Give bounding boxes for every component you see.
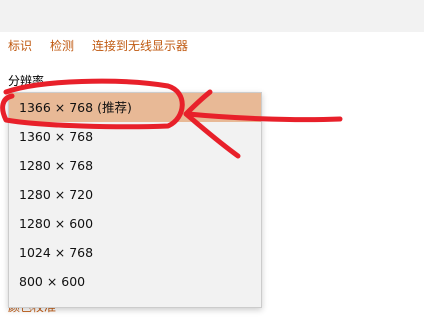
resolution-option-1280x720[interactable]: 1280 × 720 xyxy=(9,180,261,209)
resolution-option-800x600[interactable]: 800 × 600 xyxy=(9,267,261,296)
resolution-label: 分辨率 xyxy=(8,74,45,88)
resolution-option-1280x600[interactable]: 1280 × 600 xyxy=(9,209,261,238)
connect-wireless-display-link[interactable]: 连接到无线显示器 xyxy=(92,38,188,56)
display-actions: 标识 检测 连接到无线显示器 xyxy=(8,38,188,56)
detect-link[interactable]: 检测 xyxy=(50,38,74,56)
resolution-dropdown: 1366 × 768 (推荐) 1360 × 768 1280 × 768 12… xyxy=(8,92,262,308)
resolution-option-1280x768[interactable]: 1280 × 768 xyxy=(9,151,261,180)
resolution-option-1024x768[interactable]: 1024 × 768 xyxy=(9,238,261,267)
resolution-option-1360x768[interactable]: 1360 × 768 xyxy=(9,122,261,151)
resolution-option-1366x768[interactable]: 1366 × 768 (推荐) xyxy=(9,93,261,122)
identify-link[interactable]: 标识 xyxy=(8,38,32,56)
top-panel xyxy=(0,0,424,32)
